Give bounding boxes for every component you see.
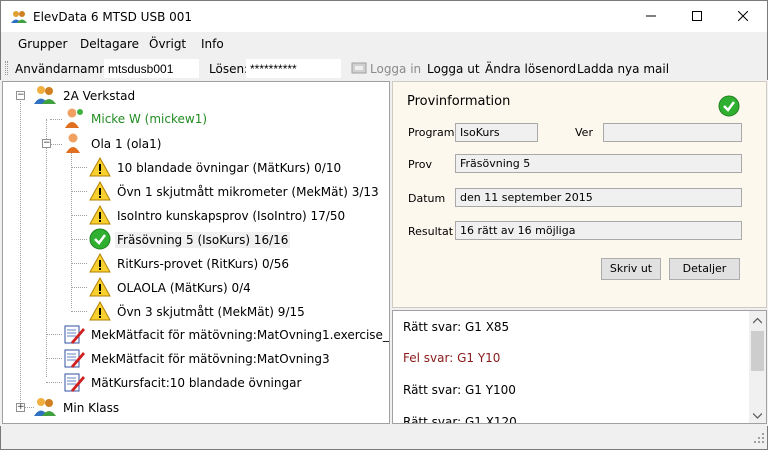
- program-label: Program: [408, 126, 455, 139]
- answers-scrollbar[interactable]: [749, 311, 766, 423]
- warning-icon: [89, 180, 111, 204]
- edit-document-icon: [63, 323, 85, 348]
- prov-field[interactable]: Fräsövning 5: [455, 154, 742, 173]
- menu-grupper[interactable]: Grupper: [18, 37, 67, 51]
- close-icon: [737, 10, 749, 24]
- load-mail-button[interactable]: Ladda nya mail: [577, 62, 669, 76]
- warning-icon: [89, 300, 111, 324]
- tree-test[interactable]: IsoIntro kunskapsprov (IsoIntro) 17/50: [89, 204, 347, 228]
- minimize-button[interactable]: [628, 1, 674, 32]
- tree-label: OLAOLA (MätKurs) 0/4: [117, 281, 251, 295]
- tree-label: Övn 1 skjutmått mikrometer (MekMät) 3/13: [117, 185, 379, 199]
- scroll-thumb[interactable]: [751, 331, 764, 371]
- expander-2a-verkstad[interactable]: −: [16, 91, 25, 100]
- tree-label: Övn 3 skjutmått (MekMät) 9/15: [117, 305, 305, 319]
- login-icon: [351, 61, 367, 78]
- tree-label: IsoIntro kunskapsprov (IsoIntro) 17/50: [117, 209, 346, 223]
- tree-user-micke[interactable]: Micke W (mickew1): [63, 107, 209, 132]
- scroll-down-button[interactable]: [749, 406, 766, 423]
- tree-user-ola1[interactable]: Ola 1 (ola1): [63, 133, 163, 155]
- resultat-label: Resultat: [408, 225, 454, 238]
- tree-group-2a-verkstad[interactable]: 2A Verkstad: [33, 85, 137, 107]
- user-icon: [63, 132, 85, 157]
- tree-test[interactable]: Övn 3 skjutmått (MekMät) 9/15: [89, 300, 307, 324]
- username-input[interactable]: [104, 59, 199, 78]
- title-bar: ElevData 6 MTSD USB 001: [0, 0, 768, 32]
- tree-facit[interactable]: MätKursfacit:10 blandade övningar: [63, 372, 303, 394]
- program-field[interactable]: IsoKurs: [455, 123, 538, 142]
- participant-tree[interactable]: − 2A Verkstad Micke W (mickew1) − Ola 1 …: [2, 81, 390, 424]
- tree-label: MekMätfacit för mätövning:MatOvning3: [91, 352, 330, 366]
- test-info-panel: Provinformation Program IsoKurs Ver Prov…: [392, 81, 767, 308]
- warning-icon: [89, 156, 111, 180]
- menu-info[interactable]: Info: [201, 37, 224, 51]
- check-icon: [89, 228, 111, 253]
- menu-bar: Grupper Deltagare Övrigt Info: [0, 32, 768, 56]
- status-ok-icon: [718, 95, 740, 120]
- print-button[interactable]: Skriv ut: [601, 258, 661, 280]
- expander-ola1[interactable]: −: [42, 139, 51, 148]
- ver-label: Ver: [575, 126, 593, 139]
- tree-label: MätKursfacit:10 blandade övningar: [91, 376, 302, 390]
- answer-item: Rätt svar: G1 X120: [403, 415, 517, 424]
- datum-field[interactable]: den 11 september 2015: [455, 188, 742, 207]
- menu-deltagare[interactable]: Deltagare: [80, 37, 139, 51]
- tree-group-min-klass[interactable]: Min Klass: [33, 397, 121, 419]
- logout-button[interactable]: Logga ut: [427, 62, 480, 76]
- answers-list[interactable]: Rätt svar: G1 X85 Fel svar: G1 Y10 Rätt …: [392, 310, 767, 424]
- group-icon: [33, 85, 57, 108]
- warning-icon: [89, 204, 111, 228]
- chevron-down-icon: [752, 408, 763, 422]
- details-button[interactable]: Detaljer: [669, 258, 740, 280]
- tree-label: RitKurs-provet (RitKurs) 0/56: [117, 257, 289, 271]
- window-title: ElevData 6 MTSD USB 001: [33, 10, 193, 24]
- tree-facit[interactable]: MekMätfacit för mätövning:MatOvning1.exe…: [63, 323, 390, 348]
- tree-label: Micke W (mickew1): [91, 112, 208, 126]
- minimize-icon: [646, 10, 656, 24]
- edit-document-icon: [63, 347, 85, 372]
- answer-item: Rätt svar: G1 X85: [403, 320, 510, 334]
- status-bar: [0, 426, 768, 450]
- tree-test[interactable]: 10 blandade övningar (MätKurs) 0/10: [89, 156, 343, 180]
- resultat-field[interactable]: 16 rätt av 16 möjliga: [455, 221, 742, 240]
- group-icon: [33, 397, 57, 420]
- password-input[interactable]: [246, 59, 341, 78]
- maximize-icon: [692, 10, 702, 24]
- tree-label: MekMätfacit för mätövning:MatOvning1.exe…: [91, 328, 390, 342]
- maximize-button[interactable]: [674, 1, 720, 32]
- tree-test[interactable]: RitKurs-provet (RitKurs) 0/56: [89, 252, 291, 276]
- tree-test-selected[interactable]: Fräsövning 5 (IsoKurs) 16/16: [89, 228, 291, 253]
- scroll-up-button[interactable]: [749, 311, 766, 328]
- tree-facit[interactable]: MekMätfacit för mätövning:MatOvning3: [63, 348, 332, 370]
- change-password-button[interactable]: Ändra lösenord: [485, 62, 576, 76]
- tree-label: 10 blandade övningar (MätKurs) 0/10: [117, 161, 342, 175]
- app-users-icon: [11, 10, 27, 27]
- tree-label: Fräsövning 5 (IsoKurs) 16/16: [115, 232, 291, 248]
- username-label: Användarnamn:: [15, 62, 111, 76]
- chevron-up-icon: [752, 313, 763, 327]
- close-button[interactable]: [720, 1, 766, 32]
- resize-grip-icon[interactable]: [753, 432, 765, 447]
- warning-icon: [89, 276, 111, 300]
- ver-field[interactable]: [603, 123, 742, 142]
- answer-item-wrong: Fel svar: G1 Y10: [403, 351, 501, 365]
- datum-label: Datum: [408, 192, 446, 205]
- toolbar: Användarnamn: Lösen: Logga in Logga ut Ä…: [0, 56, 768, 80]
- info-header: Provinformation: [407, 94, 511, 109]
- user-online-icon: [63, 107, 85, 132]
- tree-label: 2A Verkstad: [63, 89, 136, 103]
- tree-label: Min Klass: [63, 401, 120, 415]
- tree-label: Ola 1 (ola1): [91, 137, 162, 151]
- menu-ovrigt[interactable]: Övrigt: [149, 37, 186, 51]
- login-button[interactable]: Logga in: [370, 62, 421, 76]
- warning-icon: [89, 252, 111, 276]
- toolbar-grip[interactable]: [5, 61, 8, 75]
- expander-min-klass[interactable]: +: [16, 403, 25, 412]
- prov-label: Prov: [408, 158, 432, 171]
- edit-document-icon: [63, 371, 85, 396]
- password-label: Lösen:: [209, 62, 249, 76]
- tree-test[interactable]: Övn 1 skjutmått mikrometer (MekMät) 3/13: [89, 180, 381, 204]
- tree-test[interactable]: OLAOLA (MätKurs) 0/4: [89, 276, 253, 300]
- answer-item: Rätt svar: G1 Y100: [403, 383, 516, 397]
